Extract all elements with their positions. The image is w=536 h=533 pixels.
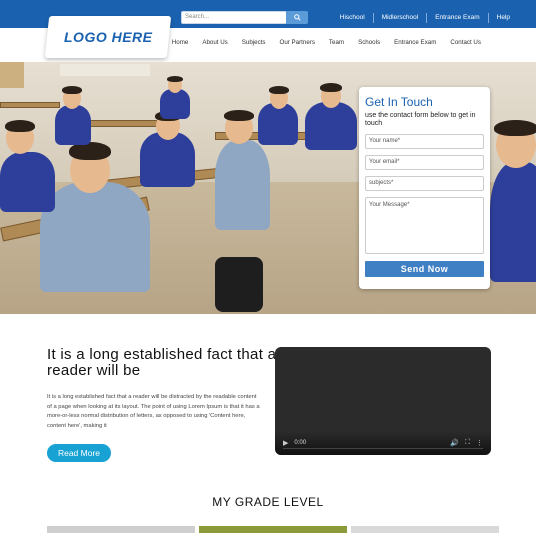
logo[interactable]: LOGO HERE [44, 16, 172, 58]
desk [0, 102, 60, 108]
nav-about-us[interactable]: About Us [195, 39, 234, 46]
main-nav: Home About Us Subjects Our Partners Team… [165, 39, 488, 46]
top-link-entrance-exam[interactable]: Entrance Exam [426, 12, 487, 23]
top-link-help[interactable]: Help [487, 12, 518, 23]
grade-thumbnail[interactable] [47, 526, 195, 533]
nav-schools[interactable]: Schools [351, 39, 387, 46]
search-icon [293, 14, 301, 21]
nav-home[interactable]: Home [165, 39, 196, 46]
hero-board [60, 64, 150, 76]
grade-thumbnail[interactable] [199, 526, 347, 533]
read-more-button[interactable]: Read More [47, 444, 111, 462]
search-input[interactable]: Search... [181, 11, 287, 24]
video-controls: ▶ 0:00 🔊 ⛶ ⋮ [275, 431, 491, 455]
more-options-icon[interactable]: ⋮ [476, 439, 483, 447]
play-icon[interactable]: ▶ [283, 439, 288, 447]
video-time: 0:00 [294, 440, 307, 446]
top-links: Hischool Midlerschool Entrance Exam Help [332, 11, 518, 24]
nav-subjects[interactable]: Subjects [235, 39, 273, 46]
volume-icon[interactable]: 🔊 [450, 439, 459, 447]
contact-form-subtitle: use the contact form below to get in tou… [365, 112, 476, 127]
top-link-hischool[interactable]: Hischool [332, 13, 373, 23]
backpack [215, 257, 263, 312]
search-button[interactable] [286, 11, 308, 24]
nav-team[interactable]: Team [322, 39, 351, 46]
nav-contact-us[interactable]: Contact Us [443, 39, 488, 46]
top-link-midlerschool[interactable]: Midlerschool [372, 12, 427, 23]
hero-window [0, 62, 24, 88]
logo-text: LOGO HERE [63, 29, 153, 45]
grade-thumbnail[interactable] [351, 526, 499, 533]
email-field[interactable]: Your email* [365, 155, 484, 170]
video-player[interactable]: ▶ 0:00 🔊 ⛶ ⋮ [275, 347, 491, 455]
nav-our-partners[interactable]: Our Partners [273, 39, 322, 46]
name-field[interactable]: Your name* [365, 134, 484, 149]
fullscreen-icon[interactable]: ⛶ [465, 439, 470, 447]
grade-level-heading: MY GRADE LEVEL [212, 495, 324, 509]
message-field[interactable]: Your Message* [365, 197, 484, 254]
nav-entrance-exam[interactable]: Entrance Exam [387, 39, 443, 46]
contact-form: Get In Touch use the contact form below … [359, 87, 490, 289]
contact-form-title: Get In Touch [365, 95, 433, 109]
send-now-button[interactable]: Send Now [365, 261, 484, 277]
subject-field[interactable]: subjects* [365, 176, 484, 191]
intro-body: It is a long established fact that a rea… [47, 394, 260, 429]
intro-heading: It is a long established fact that a rea… [47, 346, 277, 379]
